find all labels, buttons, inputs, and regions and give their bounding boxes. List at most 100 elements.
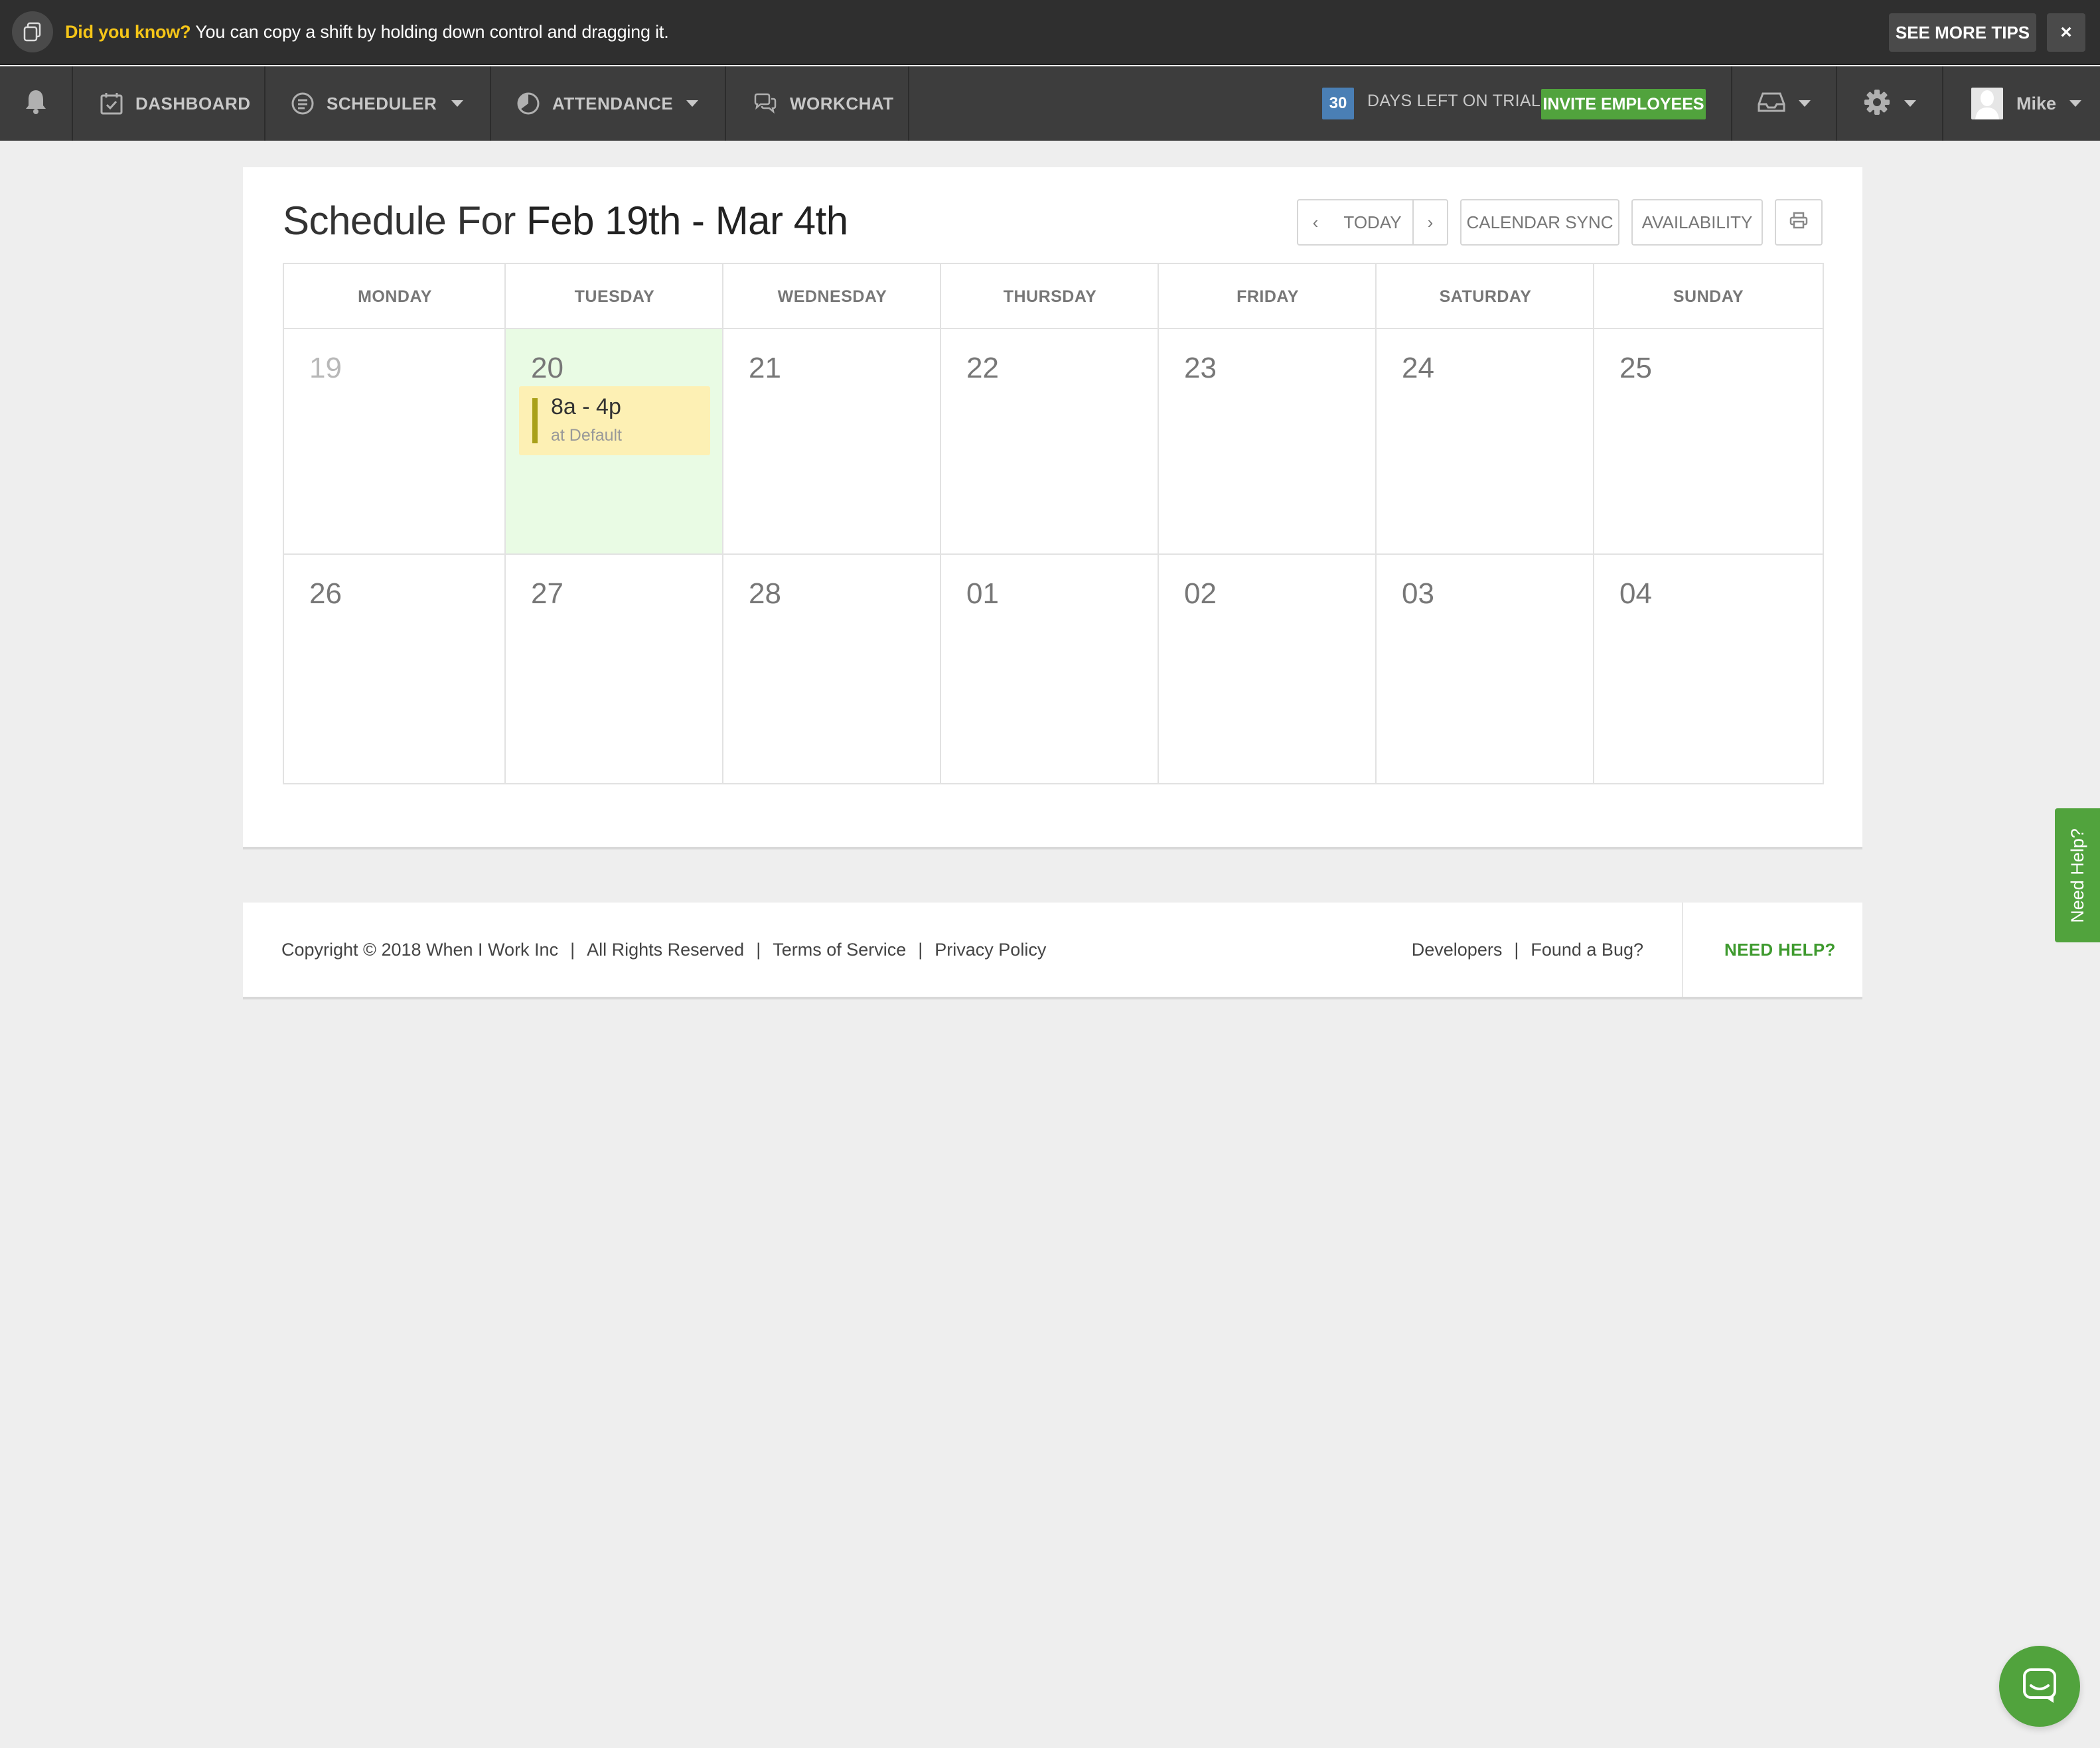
day-cell[interactable]: 26 bbox=[284, 555, 506, 783]
day-cell[interactable]: 19 bbox=[284, 329, 506, 555]
nav-attendance-label: ATTENDANCE bbox=[552, 93, 674, 113]
day-header: SATURDAY bbox=[1439, 287, 1532, 306]
day-cell[interactable]: 21 bbox=[723, 329, 941, 555]
chevron-right-icon: › bbox=[1427, 212, 1434, 232]
day-number: 20 bbox=[531, 352, 563, 384]
inbox-menu-button[interactable] bbox=[1732, 66, 1836, 141]
tip-bar: Did you know? You can copy a shift by ho… bbox=[0, 0, 2100, 65]
day-number: 21 bbox=[749, 352, 781, 384]
settings-menu-button[interactable] bbox=[1837, 66, 1942, 141]
printer-icon bbox=[1789, 212, 1808, 234]
day-cell[interactable]: 22 bbox=[941, 329, 1159, 555]
separator: | bbox=[570, 939, 575, 960]
day-header: THURSDAY bbox=[1003, 287, 1097, 306]
gear-icon bbox=[1863, 88, 1891, 119]
nav-workchat-label: WORKCHAT bbox=[790, 93, 894, 113]
day-number: 22 bbox=[966, 352, 999, 384]
day-cell[interactable]: 24 bbox=[1377, 329, 1594, 555]
day-number: 28 bbox=[749, 577, 781, 610]
day-number: 23 bbox=[1184, 352, 1217, 384]
need-help-side-tab[interactable]: Need Help? bbox=[2055, 808, 2100, 942]
footer-divider bbox=[1682, 903, 1683, 997]
close-tip-button[interactable]: × bbox=[2047, 13, 2085, 52]
day-cell[interactable]: 04 bbox=[1594, 555, 1823, 783]
shift-block[interactable]: 8a - 4p at Default bbox=[519, 386, 710, 455]
copy-icon bbox=[12, 11, 53, 52]
chevron-down-icon bbox=[686, 100, 698, 107]
next-period-button[interactable]: › bbox=[1412, 199, 1448, 246]
nav-dashboard-label: DASHBOARD bbox=[135, 93, 251, 113]
schedule-panel: Schedule For Feb 19th - Mar 4th ‹ TODAY … bbox=[243, 167, 1862, 849]
user-menu-button[interactable]: Mike bbox=[1943, 66, 2100, 141]
day-number: 01 bbox=[966, 577, 999, 610]
day-cell[interactable]: 27 bbox=[506, 555, 723, 783]
see-more-tips-button[interactable]: SEE MORE TIPS bbox=[1889, 13, 2036, 52]
nav-scheduler[interactable]: SCHEDULER bbox=[265, 66, 491, 141]
terms-link[interactable]: Terms of Service bbox=[773, 940, 906, 960]
today-button[interactable]: TODAY bbox=[1333, 199, 1414, 246]
grid-line bbox=[722, 264, 723, 783]
developers-link[interactable]: Developers bbox=[1412, 940, 1503, 960]
day-cell[interactable]: 01 bbox=[941, 555, 1159, 783]
separator: | bbox=[756, 939, 761, 960]
shift-location: at Default bbox=[551, 426, 623, 445]
day-cell[interactable]: 28 bbox=[723, 555, 941, 783]
nav-dashboard[interactable]: DASHBOARD bbox=[73, 66, 265, 141]
main-navbar: DASHBOARD SCHEDULER ATTENDANCE WORKCHAT … bbox=[0, 66, 2100, 141]
calendar-sync-button[interactable]: CALENDAR SYNC bbox=[1460, 199, 1619, 246]
day-cell[interactable]: 23 bbox=[1159, 329, 1377, 555]
rights-text: All Rights Reserved bbox=[587, 939, 745, 960]
chevron-down-icon bbox=[2069, 100, 2082, 107]
day-number: 19 bbox=[309, 352, 342, 384]
availability-button[interactable]: AVAILABILITY bbox=[1631, 199, 1763, 246]
date-range: Feb 19th - Mar 4th bbox=[526, 198, 848, 243]
chevron-down-icon bbox=[451, 100, 463, 107]
day-header: SUNDAY bbox=[1673, 287, 1744, 306]
print-button[interactable] bbox=[1775, 199, 1823, 246]
day-cell[interactable]: 02 bbox=[1159, 555, 1377, 783]
day-cell[interactable]: 25 bbox=[1594, 329, 1823, 555]
grid-line bbox=[1375, 264, 1377, 783]
need-help-tab-label: Need Help? bbox=[2067, 828, 2087, 923]
day-header: FRIDAY bbox=[1237, 287, 1299, 306]
day-number: 03 bbox=[1402, 577, 1434, 610]
invite-employees-button[interactable]: INVITE EMPLOYEES bbox=[1541, 89, 1706, 119]
clock-icon bbox=[516, 92, 540, 115]
privacy-link[interactable]: Privacy Policy bbox=[935, 940, 1046, 960]
day-cell-today[interactable]: 20 8a - 4p at Default bbox=[506, 329, 723, 555]
inbox-tray-icon bbox=[1758, 91, 1785, 117]
nav-scheduler-label: SCHEDULER bbox=[327, 93, 437, 113]
chevron-down-icon bbox=[1799, 100, 1811, 107]
chat-launcher-button[interactable] bbox=[1999, 1646, 2080, 1727]
footer-links-right: Developers | Found a Bug? bbox=[1412, 903, 1643, 997]
notifications-button[interactable] bbox=[0, 66, 73, 141]
previous-period-button[interactable]: ‹ bbox=[1297, 199, 1334, 246]
nav-attendance[interactable]: ATTENDANCE bbox=[491, 66, 726, 141]
day-header: MONDAY bbox=[358, 287, 432, 306]
day-number: 27 bbox=[531, 577, 563, 610]
day-number: 02 bbox=[1184, 577, 1217, 610]
chevron-left-icon: ‹ bbox=[1312, 212, 1319, 232]
day-number: 26 bbox=[309, 577, 342, 610]
need-help-link[interactable]: NEED HELP? bbox=[1724, 903, 1836, 997]
schedule-calendar: MONDAY TUESDAY WEDNESDAY THURSDAY FRIDAY… bbox=[283, 263, 1824, 784]
bell-icon bbox=[24, 88, 48, 119]
footer-links-left: Copyright © 2018 When I Work Inc | All R… bbox=[281, 903, 1046, 997]
separator: | bbox=[918, 939, 923, 960]
day-number: 25 bbox=[1619, 352, 1652, 384]
day-header: WEDNESDAY bbox=[777, 287, 887, 306]
day-number: 24 bbox=[1402, 352, 1434, 384]
grid-line bbox=[284, 328, 1823, 329]
chevron-down-icon bbox=[1904, 100, 1916, 107]
day-number: 04 bbox=[1619, 577, 1652, 610]
nav-workchat[interactable]: WORKCHAT bbox=[726, 66, 909, 141]
tip-message: Did you know? You can copy a shift by ho… bbox=[65, 22, 669, 42]
trial-days-badge: 30 bbox=[1322, 88, 1354, 119]
found-bug-link[interactable]: Found a Bug? bbox=[1531, 940, 1643, 960]
user-name: Mike bbox=[2016, 93, 2057, 113]
day-cell[interactable]: 03 bbox=[1377, 555, 1594, 783]
avatar bbox=[1971, 88, 2003, 119]
trial-label: DAYS LEFT ON TRIAL bbox=[1367, 92, 1541, 110]
grid-line bbox=[284, 553, 1823, 555]
chat-bubbles-icon bbox=[753, 92, 778, 115]
